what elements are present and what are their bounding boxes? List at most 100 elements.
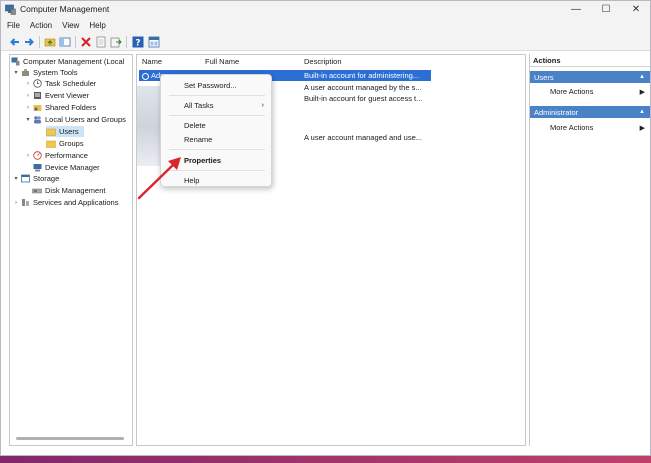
- storage-icon: [20, 174, 30, 183]
- tools-icon: [20, 68, 30, 77]
- computer-management-icon: [5, 4, 16, 15]
- tree-item-shared-folders[interactable]: › Shared Folders: [24, 102, 96, 113]
- menu-item-delete[interactable]: Delete: [161, 119, 271, 131]
- forward-arrow-icon[interactable]: [23, 36, 35, 48]
- close-button[interactable]: ✕: [622, 1, 650, 18]
- more-actions-administrator[interactable]: More Actions ▶: [530, 122, 650, 133]
- up-folder-icon[interactable]: [44, 36, 56, 48]
- column-header-full-name[interactable]: Full Name: [205, 57, 239, 66]
- more-actions-users[interactable]: More Actions ▶: [530, 86, 650, 97]
- tree-item-task-scheduler[interactable]: › Task Scheduler: [24, 78, 96, 89]
- action-label: More Actions: [550, 123, 594, 132]
- actions-section-administrator[interactable]: Administrator ▲: [530, 106, 650, 118]
- menu-item-label: Help: [184, 175, 200, 185]
- view-icon[interactable]: [148, 36, 160, 48]
- collapse-up-icon[interactable]: ▲: [639, 74, 645, 80]
- tree-item-label: Disk Management: [45, 186, 106, 195]
- tree-item-label: Computer Management (Local: [23, 57, 125, 66]
- title-bar: Computer Management — ☐ ✕: [1, 1, 650, 18]
- tree-item-performance[interactable]: › Performance: [24, 150, 88, 161]
- folder-icon: [46, 139, 56, 148]
- horizontal-scrollbar[interactable]: [16, 437, 124, 440]
- tree-item-label: Device Manager: [45, 163, 100, 172]
- maximize-button[interactable]: ☐: [592, 1, 620, 18]
- tree-item-groups[interactable]: Groups: [46, 138, 84, 149]
- shared-folder-icon: [32, 103, 42, 112]
- maximize-icon: ☐: [601, 4, 611, 15]
- chevron-down-icon[interactable]: ▾: [24, 116, 32, 123]
- tree-item-users[interactable]: Users: [46, 126, 84, 137]
- tree-item-event-viewer[interactable]: › Event Viewer: [24, 90, 89, 101]
- action-label: More Actions: [550, 87, 594, 96]
- menu-separator: [169, 149, 265, 150]
- tree-item-label: Local Users and Groups: [45, 115, 126, 124]
- section-title: Administrator: [534, 107, 579, 117]
- performance-icon: [32, 151, 42, 160]
- tree-item-local-users-and-groups[interactable]: ▾ Local Users and Groups: [24, 114, 126, 125]
- actions-header: Actions: [530, 54, 650, 67]
- tree-item-label: Users: [59, 127, 79, 136]
- back-arrow-icon[interactable]: [9, 36, 21, 48]
- tree-item-label: System Tools: [33, 68, 78, 77]
- tree-item-label: Services and Applications: [33, 198, 119, 207]
- tree-item-device-manager[interactable]: Device Manager: [32, 162, 100, 173]
- services-icon: [20, 198, 30, 207]
- chevron-down-icon[interactable]: ▾: [12, 175, 20, 182]
- section-title: Users: [534, 72, 554, 82]
- menu-item-label: All Tasks: [184, 100, 214, 110]
- help-icon[interactable]: ?: [132, 36, 144, 48]
- tree-item-system-tools[interactable]: ▾ System Tools: [12, 67, 77, 78]
- svg-text:?: ?: [135, 39, 140, 49]
- submenu-arrow-icon: ▶: [639, 88, 645, 96]
- chevron-right-icon[interactable]: ›: [24, 81, 32, 87]
- menu-bar: File Action View Help: [1, 18, 650, 33]
- description-cell: Built-in account for administering...: [304, 71, 420, 80]
- menu-help[interactable]: Help: [89, 21, 105, 30]
- computer-management-window: Computer Management — ☐ ✕ File Action Vi…: [0, 0, 651, 456]
- chevron-right-icon[interactable]: ›: [12, 200, 20, 206]
- toolbar-separator: [39, 36, 40, 48]
- column-header-name[interactable]: Name: [142, 57, 162, 66]
- device-icon: [32, 163, 42, 172]
- menu-file[interactable]: File: [7, 21, 20, 30]
- menu-view[interactable]: View: [62, 21, 79, 30]
- user-icon: [142, 72, 149, 80]
- collapse-up-icon[interactable]: ▲: [639, 109, 645, 115]
- column-header-description[interactable]: Description: [304, 57, 342, 66]
- minimize-button[interactable]: —: [562, 1, 590, 18]
- tree-item-services-and-applications[interactable]: › Services and Applications: [12, 197, 118, 208]
- menu-item-label: Properties: [184, 155, 222, 165]
- tree-item-computer-management[interactable]: Computer Management (Local: [10, 56, 124, 67]
- menu-item-all-tasks[interactable]: All Tasks ›: [161, 99, 271, 111]
- chevron-down-icon[interactable]: ▾: [12, 69, 20, 76]
- users-icon: [32, 115, 42, 124]
- menu-item-label: Delete: [184, 120, 206, 130]
- minimize-icon: —: [571, 4, 581, 15]
- menu-separator: [169, 95, 265, 96]
- submenu-arrow-icon: ▶: [639, 124, 645, 132]
- description-cell: A user account managed and use...: [304, 133, 422, 142]
- menu-item-rename[interactable]: Rename: [161, 133, 271, 145]
- menu-item-help[interactable]: Help: [161, 174, 271, 186]
- tree-item-disk-management[interactable]: Disk Management: [32, 185, 105, 196]
- tree-item-storage[interactable]: ▾ Storage: [12, 173, 59, 184]
- toolbar: ?: [1, 33, 650, 51]
- tree-item-label: Shared Folders: [45, 103, 97, 112]
- menu-item-properties[interactable]: Properties: [161, 154, 271, 166]
- chevron-right-icon[interactable]: ›: [24, 105, 32, 111]
- menu-item-label: Set Password...: [184, 80, 237, 90]
- menu-action[interactable]: Action: [30, 21, 52, 30]
- menu-item-set-password[interactable]: Set Password...: [161, 79, 271, 91]
- show-hide-tree-icon[interactable]: [59, 36, 71, 48]
- properties-icon[interactable]: [95, 36, 107, 48]
- tree-item-label: Event Viewer: [45, 91, 90, 100]
- chevron-right-icon[interactable]: ›: [24, 93, 32, 99]
- description-cell: A user account managed by the s...: [304, 83, 422, 92]
- delete-icon[interactable]: [80, 36, 92, 48]
- chevron-right-icon[interactable]: ›: [24, 153, 32, 159]
- menu-item-label: Rename: [184, 134, 213, 144]
- computer-icon: [10, 57, 20, 66]
- export-list-icon[interactable]: [110, 36, 122, 48]
- actions-pane: Actions Users ▲ More Actions ▶ Administr…: [529, 54, 650, 446]
- actions-section-users[interactable]: Users ▲: [530, 71, 650, 83]
